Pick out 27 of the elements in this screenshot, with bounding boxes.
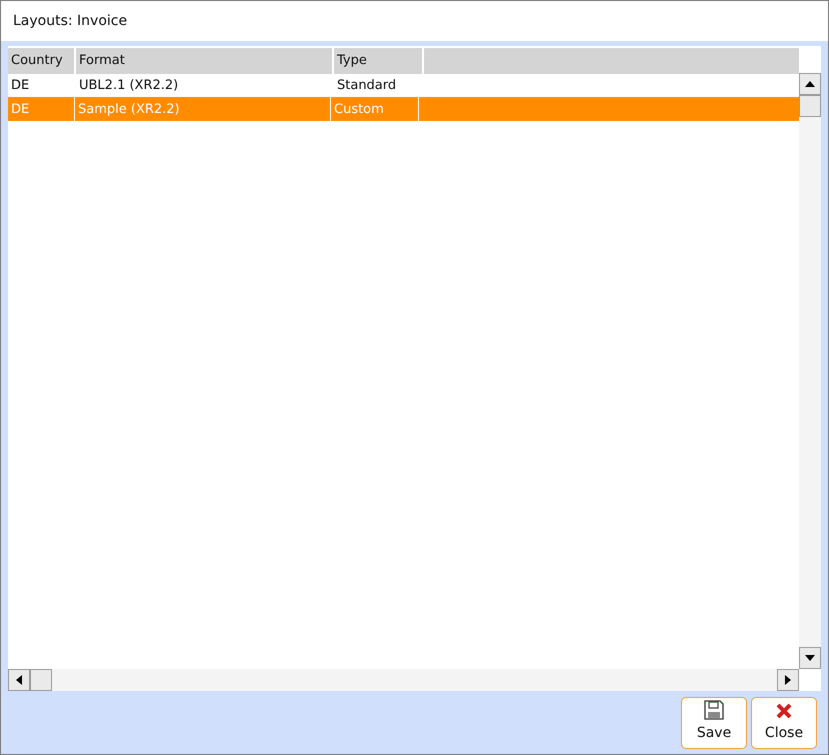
table-cell-text: UBL2.1 (XR2.2) [78, 77, 180, 95]
close-button[interactable]: Close [751, 697, 817, 749]
column-header[interactable]: Format [76, 48, 332, 74]
table-row[interactable]: DE UBL2.1 (XR2.2) Standard [8, 73, 799, 97]
column-header[interactable]: Type [334, 48, 422, 74]
right-arrow-icon [785, 675, 791, 685]
table-cell: Sample (XR2.2) [74, 97, 330, 122]
scroll-thumb[interactable] [799, 95, 821, 117]
scroll-right-button[interactable] [777, 669, 799, 691]
down-arrow-icon [805, 655, 815, 661]
scroll-down-button[interactable] [799, 647, 821, 669]
close-icon [775, 702, 793, 720]
column-header[interactable]: Country [8, 48, 74, 74]
scroll-up-button[interactable] [799, 73, 821, 95]
save-icon [704, 700, 724, 720]
horizontal-scrollbar[interactable] [8, 669, 799, 691]
table-cell-text: Standard [336, 77, 398, 95]
table-cell-text: DE [10, 101, 30, 119]
table-cell-text: DE [10, 77, 30, 95]
scroll-thumb[interactable] [30, 669, 52, 691]
vertical-scrollbar[interactable] [799, 73, 821, 669]
window-title: Layouts: Invoice [12, 12, 128, 31]
save-button[interactable]: Save [681, 697, 747, 749]
left-arrow-icon [16, 675, 22, 685]
table-cell: Custom [330, 97, 418, 122]
scroll-left-button[interactable] [8, 669, 30, 691]
up-arrow-icon [805, 81, 815, 87]
